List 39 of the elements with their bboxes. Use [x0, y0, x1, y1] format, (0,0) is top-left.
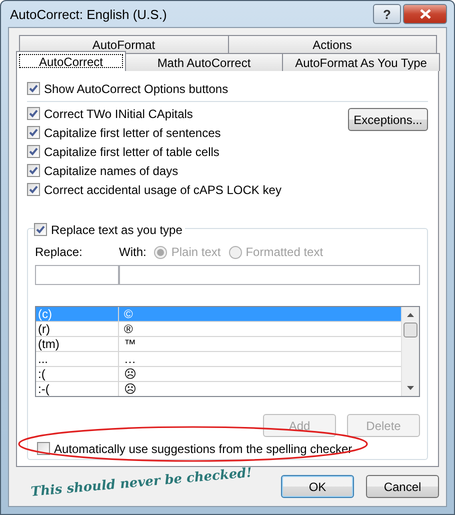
with-label: With: — [119, 245, 146, 259]
checkbox-label: Correct accidental usage of cAPS LOCK key — [44, 182, 282, 196]
checkbox-label: Correct TWo INitial CApitals — [44, 106, 193, 120]
list-row[interactable]: ... … — [36, 352, 401, 367]
table-cell: ... — [36, 352, 119, 366]
checkbox-label: Capitalize names of days — [44, 164, 178, 178]
exceptions-button[interactable]: Exceptions... — [348, 108, 428, 131]
table-cell: :( — [36, 367, 119, 381]
table-cell-text: ☹ — [123, 382, 138, 396]
annotation-note: This should never be checked! — [30, 466, 253, 500]
tab[interactable]: AutoFormat — [19, 35, 228, 53]
table-cell: (c) — [36, 307, 119, 321]
checkbox-label: Capitalize first letter of sentences — [44, 126, 221, 140]
radio-label: Formatted text — [246, 245, 324, 259]
checkbox-label: Replace text as you type — [51, 222, 182, 236]
tab[interactable]: Actions — [228, 35, 437, 53]
radio-label: Plain text — [171, 245, 221, 259]
replace-label: Replace: — [35, 245, 84, 259]
tab[interactable]: AutoCorrect — [16, 51, 126, 71]
checkbox-label: Show AutoCorrect Options buttons — [44, 82, 228, 96]
table-cell-text: ™ — [123, 337, 137, 351]
table-cell: (tm) — [36, 337, 119, 351]
list-row[interactable]: (r) ® — [36, 322, 401, 337]
table-cell: :-( — [36, 382, 119, 396]
table-cell: (r) — [36, 322, 119, 336]
help-button[interactable]: ? — [373, 4, 401, 24]
table-cell-text: ☹ — [123, 367, 138, 381]
tab[interactable]: AutoFormat As You Type — [282, 53, 440, 71]
dialog-button[interactable]: OK — [281, 475, 354, 498]
table-cell-text: … — [123, 352, 137, 366]
table-cell-text: © — [123, 307, 134, 321]
list-row[interactable]: (tm) ™ — [36, 337, 401, 352]
checkbox-label: Automatically use suggestions from the spelling checker — [54, 442, 352, 456]
dialog-button[interactable]: Cancel — [366, 475, 439, 498]
checkbox-label: Capitalize first letter of table cells — [44, 144, 220, 158]
tab[interactable]: Math AutoCorrect — [125, 53, 283, 71]
table-cell-text: ® — [123, 322, 134, 336]
list-row[interactable]: :( ☹ — [36, 367, 401, 382]
window-title: AutoCorrect: English (U.S.) — [9, 6, 168, 22]
